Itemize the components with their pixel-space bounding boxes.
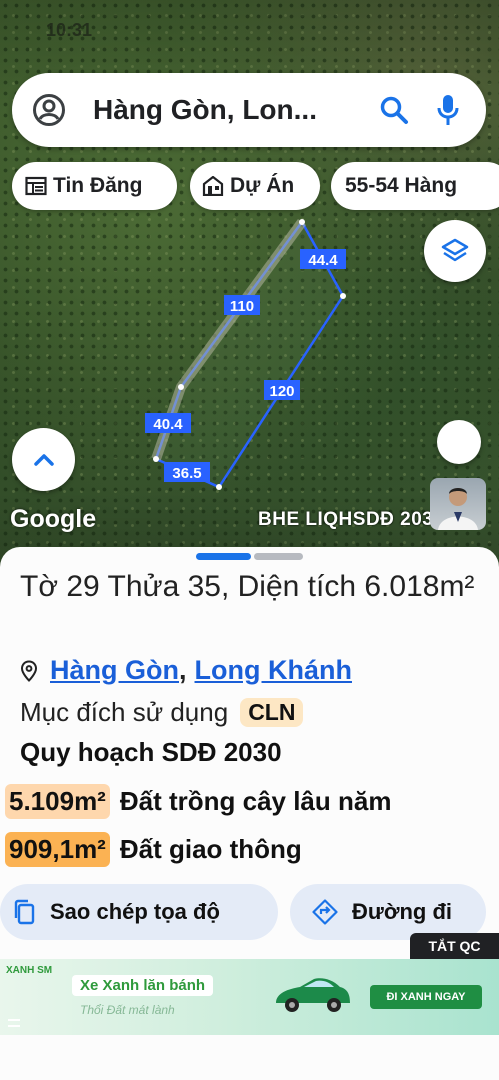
ad-brand-logo: XANH SM: [6, 965, 53, 976]
microphone-icon[interactable]: [432, 94, 464, 126]
directions-button[interactable]: Đường đi: [290, 884, 486, 940]
hide-ad-button[interactable]: TẮT QC: [410, 933, 499, 959]
vertex: [299, 219, 305, 225]
parcel-title: Tờ 29 Thửa 35, Diện tích 6.018m²: [20, 570, 475, 603]
ad-headline: Xe Xanh lăn bánh: [72, 975, 214, 996]
location-pin-icon: [20, 659, 38, 682]
edge-label-44: 44.4: [300, 249, 346, 269]
copy-coordinates-button[interactable]: Sao chép tọa độ: [0, 884, 278, 940]
parcel-location: Hàng Gòn , Long Khánh: [20, 655, 352, 686]
location-separator: ,: [179, 655, 187, 685]
city-link[interactable]: Long Khánh: [195, 655, 352, 686]
status-time: 10:31: [46, 20, 93, 40]
chevron-up-icon: [33, 453, 54, 466]
sheet-page-indicator-active[interactable]: [196, 553, 251, 560]
car-icon: [276, 978, 350, 1012]
directions-label: Đường đi: [352, 899, 452, 924]
layers-icon: [441, 238, 469, 262]
edge-label-40: 40.4: [145, 413, 191, 433]
area-row: 909,1m² Đất giao thông: [5, 832, 302, 867]
account-icon[interactable]: [32, 93, 66, 127]
news-icon: [25, 176, 47, 196]
agent-avatar[interactable]: [430, 478, 486, 530]
chip-label: Tin Đăng: [53, 174, 143, 197]
chip-label: 55-54 Hàng: [345, 174, 458, 197]
assistive-touch-button[interactable]: [437, 420, 481, 464]
google-logo: Google: [10, 505, 97, 533]
edge-label-text: 120: [269, 383, 294, 400]
directions-icon: [312, 899, 338, 925]
ad-banner[interactable]: XANH SM Xe Xanh lăn bánh Thổi Đất mát là…: [0, 959, 499, 1035]
area-value-badge: 909,1m²: [5, 832, 110, 867]
satellite-map[interactable]: 10:31 44.4 110 120 40.4 36.5 Hàng Gòn, L…: [0, 0, 499, 580]
purpose-label: Mục đích sử dụng: [20, 697, 229, 727]
chip-parcel-number[interactable]: 55-54 Hàng: [331, 162, 499, 210]
edge-label-text: 110: [230, 298, 254, 315]
edge-label-text: 40.4: [153, 416, 183, 433]
chip-tin-dang[interactable]: Tin Đăng: [12, 162, 177, 210]
map-watermark: BHE LIQHSDĐ 2030: [258, 509, 445, 530]
purpose-code-badge: CLN: [240, 698, 304, 727]
ad-cta-button[interactable]: ĐI XANH NGAY: [370, 985, 482, 1009]
edge-label-text: 36.5: [172, 465, 201, 482]
plan-title: Quy hoạch SDĐ 2030: [20, 737, 282, 767]
chip-du-an[interactable]: Dự Án: [190, 162, 320, 210]
copy-icon: [14, 899, 35, 925]
land-use-purpose: Mục đích sử dụng CLN: [20, 697, 304, 728]
edge-label-110: 110: [224, 295, 260, 315]
area-label: Đất giao thông: [119, 834, 302, 864]
vertex: [216, 484, 222, 490]
building-icon: [202, 176, 224, 196]
edge-label-120: 120: [264, 380, 300, 400]
area-row: 5.109m² Đất trồng cây lâu năm: [5, 784, 391, 819]
search-query[interactable]: Hàng Gòn, Lon...: [93, 94, 378, 126]
search-icon[interactable]: [378, 94, 410, 126]
vertex: [340, 293, 346, 299]
search-bar[interactable]: Hàng Gòn, Lon...: [12, 73, 486, 147]
ad-tagline: Thổi Đất mát lành: [80, 1003, 175, 1017]
parcel-info-sheet[interactable]: Tờ 29 Thửa 35, Diện tích 6.018m² Hàng Gò…: [0, 547, 499, 1080]
sheet-page-indicator[interactable]: [254, 553, 303, 560]
vertex: [153, 456, 159, 462]
area-value-badge: 5.109m²: [5, 784, 110, 819]
vertex: [178, 384, 184, 390]
layers-button[interactable]: [424, 220, 486, 282]
ward-link[interactable]: Hàng Gòn: [50, 655, 179, 686]
edge-label-text: 44.4: [308, 252, 338, 269]
edge-label-36: 36.5: [164, 462, 210, 482]
ad-menu-icon[interactable]: [8, 1019, 20, 1027]
chip-label: Dự Án: [230, 174, 295, 197]
copy-coordinates-label: Sao chép tọa độ: [50, 899, 220, 924]
area-label: Đất trồng cây lâu năm: [119, 786, 392, 816]
expand-sheet-button[interactable]: [12, 428, 75, 491]
